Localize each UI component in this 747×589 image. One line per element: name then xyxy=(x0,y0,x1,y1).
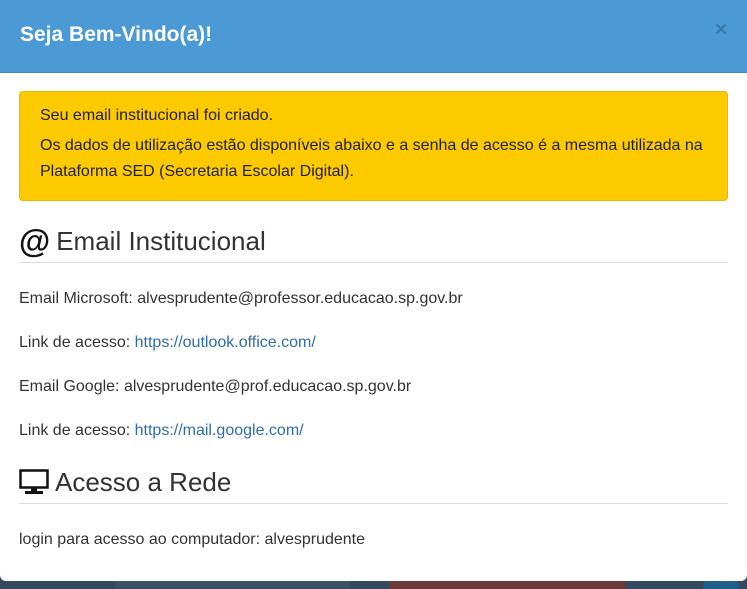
modal-header: Seja Bem-Vindo(a)! × xyxy=(0,0,747,73)
microsoft-email-value: alvesprudente@professor.educacao.sp.gov.… xyxy=(137,290,463,307)
login-label: login para acesso ao computador: xyxy=(19,531,265,548)
modal-title: Seja Bem-Vindo(a)! xyxy=(20,23,213,46)
section-title-email: @ Email Institucional xyxy=(19,223,728,263)
microsoft-email-label: Email Microsoft: xyxy=(19,290,138,307)
alert-line: Os dados de utilização estão disponíveis… xyxy=(40,137,703,180)
outlook-link[interactable]: https://outlook.office.com/ xyxy=(135,334,316,351)
google-link-line: Link de acesso: https://mail.google.com/ xyxy=(19,420,728,442)
google-email-label: Email Google: xyxy=(19,378,124,395)
microsoft-email-line: Email Microsoft: alvesprudente@professor… xyxy=(19,288,728,310)
gmail-link[interactable]: https://mail.google.com/ xyxy=(135,422,304,439)
welcome-modal: Seja Bem-Vindo(a)! × Seu email instituci… xyxy=(0,0,747,581)
section-title-label: Acesso a Rede xyxy=(55,467,232,497)
microsoft-link-line: Link de acesso: https://outlook.office.c… xyxy=(19,332,728,354)
section-title-label: Email Institucional xyxy=(56,226,266,256)
modal-body: Seu email institucional foi criado. Os d… xyxy=(0,73,747,551)
google-email-value: alvesprudente@prof.educacao.sp.gov.br xyxy=(123,378,412,395)
close-button[interactable]: × xyxy=(713,19,729,40)
google-link-label: Link de acesso: xyxy=(19,422,135,439)
info-alert: Seu email institucional foi criado. Os d… xyxy=(19,91,728,201)
at-icon: @ xyxy=(19,223,51,259)
monitor-icon xyxy=(19,469,49,495)
google-email-line: Email Google: alvesprudente@prof.educaca… xyxy=(19,376,728,398)
section-title-network: Acesso a Rede xyxy=(19,467,728,504)
login-value: alvesprudente xyxy=(264,531,365,548)
network-section: Acesso a Rede login para acesso ao compu… xyxy=(19,467,728,551)
email-section: @ Email Institucional Email Microsoft: a… xyxy=(19,223,728,442)
alert-line: Seu email institucional foi criado. xyxy=(40,107,274,124)
login-line: login para acesso ao computador: alvespr… xyxy=(19,529,728,551)
microsoft-link-label: Link de acesso: xyxy=(19,334,135,351)
